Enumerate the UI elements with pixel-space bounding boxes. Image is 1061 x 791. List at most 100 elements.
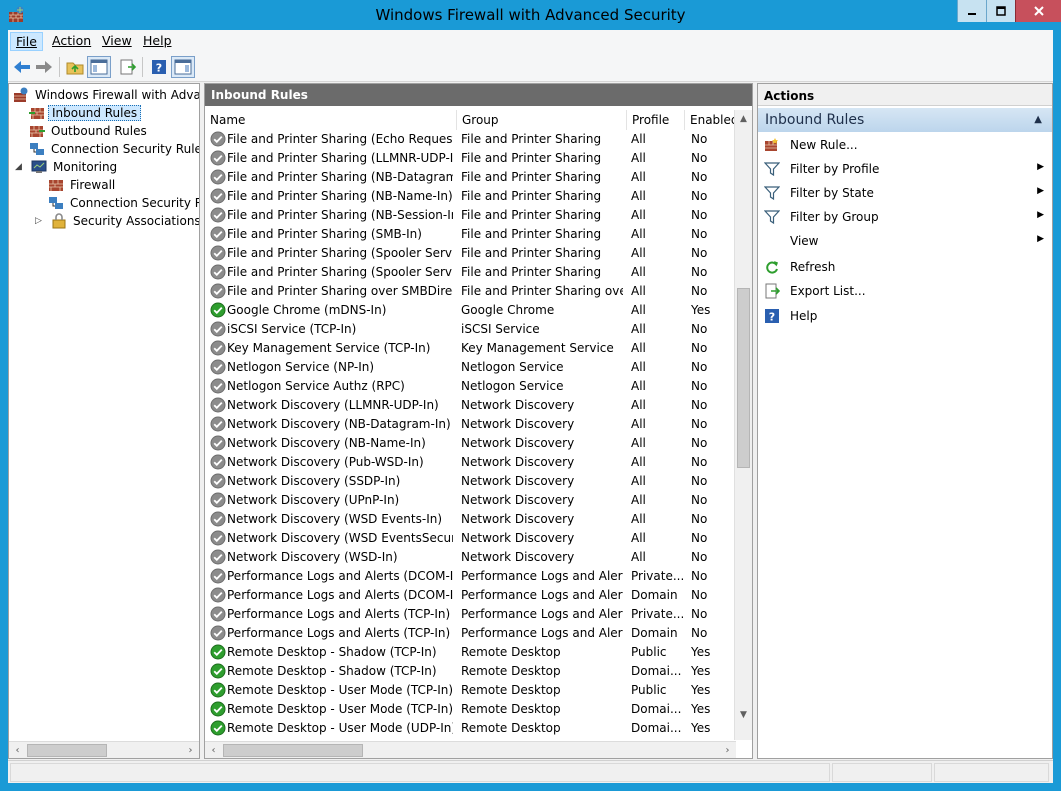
table-row[interactable]: File and Printer Sharing (NB-Session-In)…	[205, 206, 735, 225]
table-row[interactable]: Performance Logs and Alerts (TCP-In) Perf…	[205, 624, 735, 643]
table-row[interactable]: Network Discovery (NB-Datagram-In) Networ…	[205, 415, 735, 434]
show-hide-console-tree-button[interactable]	[87, 56, 111, 78]
results-pane-title: Inbound Rules	[205, 84, 752, 106]
table-row[interactable]: Key Management Service (TCP-In) Key Manag…	[205, 339, 735, 358]
scroll-right-icon[interactable]: ›	[182, 742, 199, 758]
tree-item-inbound-rules[interactable]: Inbound Rules	[29, 104, 142, 122]
collapse-arrow-icon[interactable]: ◢	[15, 162, 25, 172]
table-row[interactable]: Network Discovery (WSD Events-In) Network…	[205, 510, 735, 529]
tree-item-outbound-rules[interactable]: Outbound Rules	[29, 122, 150, 140]
table-row[interactable]: Netlogon Service (NP-In) Netlogon Service…	[205, 358, 735, 377]
scrollbar-thumb[interactable]	[27, 744, 107, 757]
scrollbar-thumb[interactable]	[737, 288, 750, 468]
table-row[interactable]: Remote Desktop - Shadow (TCP-In) Remote D…	[205, 643, 735, 662]
rule-enabled: No	[691, 189, 708, 203]
table-row[interactable]: Performance Logs and Alerts (TCP-In) Perf…	[205, 605, 735, 624]
rule-name: Network Discovery (WSD EventsSecure-In)	[227, 531, 453, 545]
table-row[interactable]: File and Printer Sharing (Echo Request -…	[205, 130, 735, 149]
table-row[interactable]: File and Printer Sharing over SMBDirect …	[205, 282, 735, 301]
action-filter-by-profile[interactable]: Filter by Profile ▶	[758, 158, 1052, 180]
scroll-down-icon[interactable]: ▼	[735, 706, 752, 723]
action-refresh[interactable]: Refresh	[758, 256, 1052, 278]
forward-arrow-icon	[36, 61, 52, 73]
status-bar	[8, 760, 1053, 783]
table-row[interactable]: File and Printer Sharing (Spooler Servic…	[205, 244, 735, 263]
column-header-group[interactable]: Group	[457, 110, 627, 130]
table-row[interactable]: File and Printer Sharing (SMB-In) File an…	[205, 225, 735, 244]
table-row[interactable]: Remote Desktop - Shadow (TCP-In) Remote D…	[205, 662, 735, 681]
table-row[interactable]: File and Printer Sharing (LLMNR-UDP-In) F…	[205, 149, 735, 168]
menu-help[interactable]: Help	[138, 32, 177, 51]
rule-group: File and Printer Sharing	[461, 132, 602, 146]
menu-action[interactable]: Action	[47, 32, 96, 51]
minimize-button[interactable]	[957, 0, 986, 22]
up-folder-button[interactable]	[63, 56, 87, 78]
table-row[interactable]: Network Discovery (NB-Name-In) Network Di…	[205, 434, 735, 453]
help-button[interactable]: ?	[147, 56, 171, 78]
scroll-left-icon[interactable]: ‹	[205, 742, 222, 758]
title-bar[interactable]: Windows Firewall with Advanced Security	[0, 0, 1061, 30]
scroll-left-icon[interactable]: ‹	[9, 742, 26, 758]
actions-section-inbound-rules[interactable]: Inbound Rules ▲	[758, 108, 1052, 132]
action-help[interactable]: ? Help	[758, 305, 1052, 327]
table-row[interactable]: File and Printer Sharing (Spooler Servic…	[205, 263, 735, 282]
table-row[interactable]: File and Printer Sharing (NB-Name-In) Fil…	[205, 187, 735, 206]
tree-item-connection-security-rules[interactable]: Connection Security Rules	[29, 140, 199, 158]
rules-horizontal-scrollbar[interactable]: ‹ ›	[205, 741, 736, 758]
table-row[interactable]: Network Discovery (UPnP-In) Network Disco…	[205, 491, 735, 510]
action-filter-by-group[interactable]: Filter by Group ▶	[758, 206, 1052, 228]
tree-item-monitoring-connection-security-rules[interactable]: Connection Security Rules	[48, 194, 199, 212]
rule-enabled: No	[691, 531, 708, 545]
tree-item-root[interactable]: Windows Firewall with Advanced Security	[13, 86, 199, 104]
table-row[interactable]: Network Discovery (WSD EventsSecure-In) N…	[205, 529, 735, 548]
menu-file-label: File	[16, 34, 37, 49]
table-row[interactable]: Network Discovery (LLMNR-UDP-In) Network …	[205, 396, 735, 415]
expand-arrow-icon[interactable]: ▷	[35, 216, 45, 226]
tree-item-security-associations[interactable]: ▷ Security Associations	[35, 212, 199, 230]
show-hide-action-pane-button[interactable]	[171, 56, 195, 78]
table-row[interactable]: Performance Logs and Alerts (DCOM-In) Per…	[205, 567, 735, 586]
table-row[interactable]: Netlogon Service Authz (RPC) Netlogon Ser…	[205, 377, 735, 396]
action-filter-by-state[interactable]: Filter by State ▶	[758, 182, 1052, 204]
action-view[interactable]: View ▶	[758, 230, 1052, 252]
action-export-list[interactable]: Export List...	[758, 280, 1052, 302]
export-list-button[interactable]	[116, 56, 140, 78]
table-row[interactable]: Remote Desktop - User Mode (TCP-In) Remot…	[205, 681, 735, 700]
rule-enabled: No	[691, 341, 708, 355]
column-header-name[interactable]: Name	[205, 110, 457, 130]
table-row[interactable]: File and Printer Sharing (NB-Datagram-In…	[205, 168, 735, 187]
table-row[interactable]: Google Chrome (mDNS-In) Google Chrome All Y…	[205, 301, 735, 320]
firewall-brick-icon	[49, 180, 63, 191]
tree-horizontal-scrollbar[interactable]: ‹ ›	[9, 741, 199, 758]
action-new-rule[interactable]: New Rule...	[758, 134, 1052, 156]
forward-button[interactable]	[32, 56, 56, 78]
column-header-enabled[interactable]: Enabled	[685, 110, 739, 130]
menu-view[interactable]: View	[97, 32, 137, 51]
outbound-rules-icon	[30, 126, 45, 137]
back-button[interactable]	[10, 56, 34, 78]
rule-name: Remote Desktop - User Mode (TCP-In)	[227, 702, 453, 716]
scrollbar-thumb[interactable]	[223, 744, 363, 757]
table-row[interactable]: Network Discovery (WSD-In) Network Discov…	[205, 548, 735, 567]
table-row[interactable]: Remote Desktop - User Mode (TCP-In) Remot…	[205, 700, 735, 719]
maximize-button[interactable]	[986, 0, 1015, 22]
scroll-right-icon[interactable]: ›	[719, 742, 736, 758]
collapse-triangle-icon[interactable]: ▲	[1034, 114, 1042, 125]
close-button[interactable]	[1015, 0, 1061, 22]
disabled-rule-icon	[210, 378, 226, 394]
rule-name: File and Printer Sharing (Echo Request -…	[227, 132, 453, 146]
table-row[interactable]: iSCSI Service (TCP-In) iSCSI Service All No	[205, 320, 735, 339]
filter-icon	[764, 186, 780, 201]
rule-profile: All	[631, 474, 646, 488]
table-row[interactable]: Performance Logs and Alerts (DCOM-In) Per…	[205, 586, 735, 605]
scroll-up-icon[interactable]: ▲	[735, 110, 752, 127]
rules-vertical-scrollbar[interactable]: ▲ ▼	[734, 110, 752, 740]
tree-item-firewall[interactable]: Firewall	[48, 176, 118, 194]
table-row[interactable]: Remote Desktop - User Mode (UDP-In) Remot…	[205, 719, 735, 738]
tree-item-monitoring[interactable]: ◢ Monitoring	[15, 158, 120, 176]
table-row[interactable]: Network Discovery (SSDP-In) Network Disco…	[205, 472, 735, 491]
table-row[interactable]: Network Discovery (Pub-WSD-In) Network Di…	[205, 453, 735, 472]
menu-file[interactable]: File	[10, 32, 43, 51]
rule-enabled: No	[691, 208, 708, 222]
column-header-profile[interactable]: Profile	[627, 110, 685, 130]
